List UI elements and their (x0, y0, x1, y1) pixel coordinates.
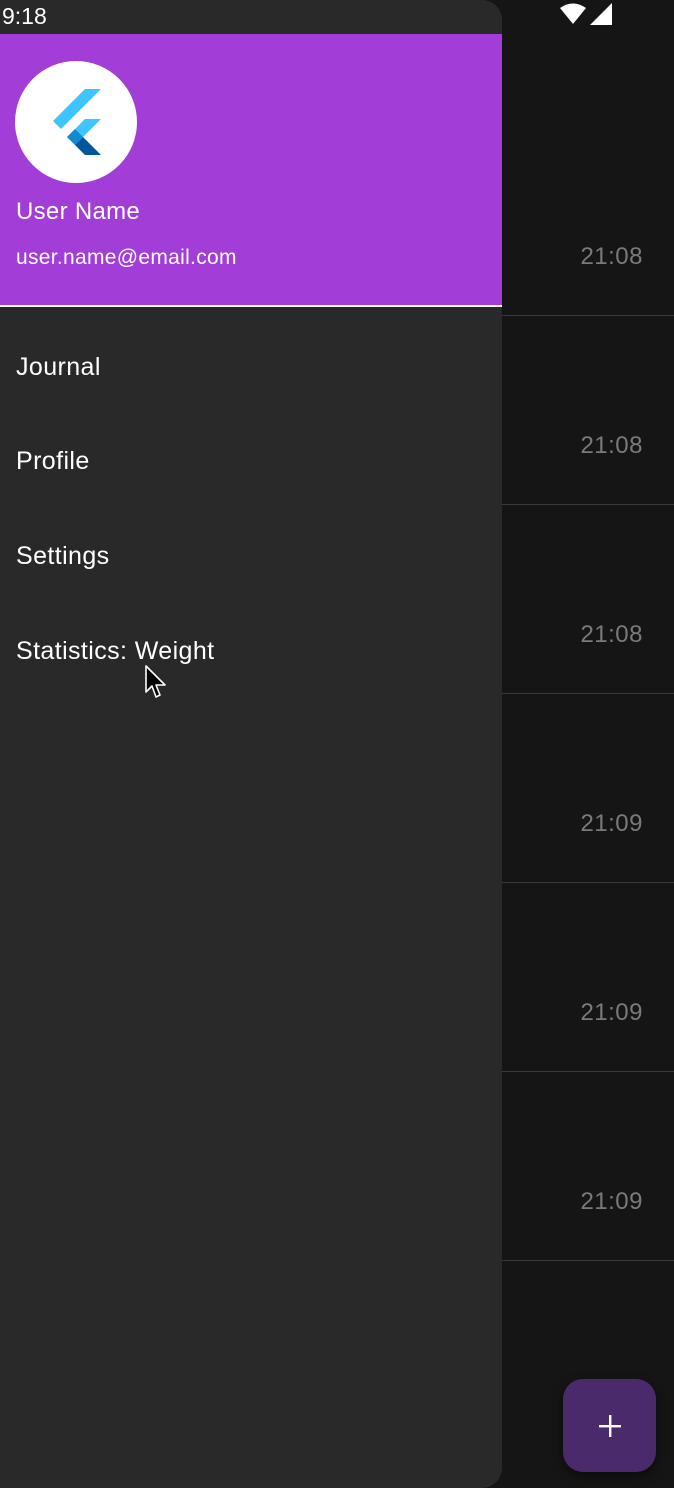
menu-item-profile[interactable]: Profile (0, 414, 502, 509)
drawer-status-time: 9:18 (2, 3, 47, 29)
navigation-drawer: 9:18 User Name user.name@email.com Journ… (0, 0, 502, 1488)
menu-item-label: Settings (16, 542, 110, 570)
menu-item-label: Statistics: Weight (16, 637, 215, 665)
flutter-logo-icon (53, 89, 101, 155)
entry-time: 21:08 (580, 621, 643, 648)
entry-time: 21:08 (580, 432, 643, 459)
entry-time: 21:09 (580, 1188, 643, 1215)
add-entry-button[interactable] (563, 1379, 656, 1472)
plus-icon (598, 1414, 621, 1437)
menu-item-label: Journal (16, 353, 101, 381)
mouse-cursor-icon (145, 665, 166, 698)
drawer-header: User Name user.name@email.com (0, 34, 502, 307)
menu-item-label: Profile (16, 447, 90, 475)
app-screen: 9:18 21:08 21:08 21:08 21:09 (0, 0, 674, 1488)
user-name: User Name (16, 198, 141, 225)
entry-time: 21:08 (580, 243, 643, 270)
menu-item-settings[interactable]: Settings (0, 509, 502, 604)
cell-signal-icon (590, 3, 612, 25)
avatar[interactable] (15, 61, 137, 183)
user-email: user.name@email.com (16, 246, 237, 269)
entry-time: 21:09 (580, 999, 643, 1026)
wifi-icon (560, 3, 586, 24)
menu-item-journal[interactable]: Journal (0, 320, 502, 415)
menu-item-statistics-weight[interactable]: Statistics: Weight (0, 604, 502, 699)
drawer-status-area: 9:18 (0, 0, 502, 34)
entry-time: 21:09 (580, 810, 643, 837)
status-icons (560, 3, 612, 25)
